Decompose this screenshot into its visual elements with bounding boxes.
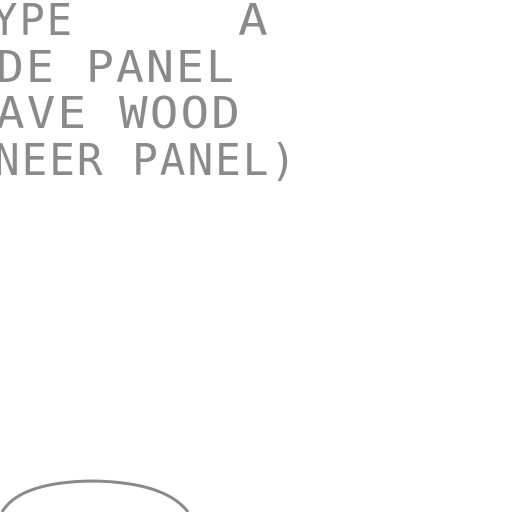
annotation-text-block: YPE A DE PANEL AVE WOOD NEER PANEL) — [0, 0, 298, 186]
type-label-text: YPE — [0, 0, 74, 46]
cad-drawing-canvas: YPE A DE PANEL AVE WOOD NEER PANEL) — [0, 0, 298, 512]
type-value-text: A — [238, 0, 270, 46]
panel-text-line: DE PANEL — [0, 42, 236, 93]
veneer-panel-text-line: NEER PANEL) — [0, 135, 298, 186]
wood-text-line: AVE WOOD — [0, 88, 242, 139]
partial-ellipse-outline — [0, 479, 190, 512]
